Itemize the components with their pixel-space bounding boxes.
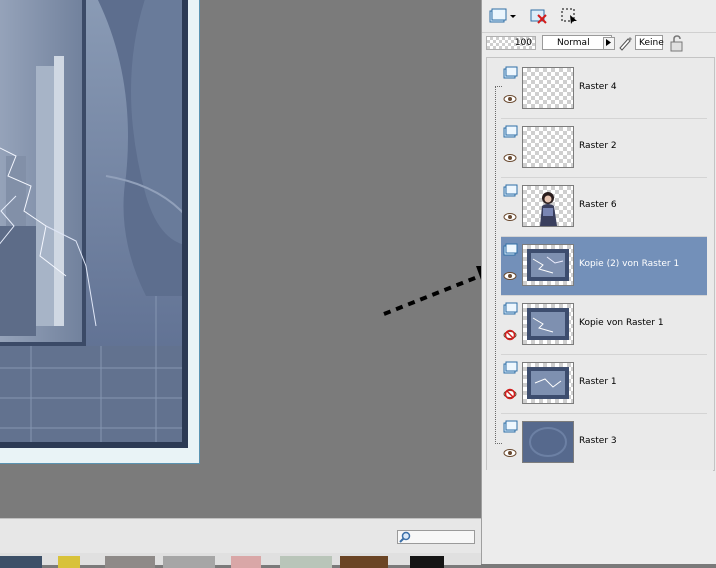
eye-icon[interactable]	[503, 447, 517, 459]
layer-type-icon	[503, 184, 518, 197]
mask-mode-field[interactable]: Keine	[635, 35, 664, 50]
thumbnail[interactable]	[105, 556, 155, 568]
thumbnail[interactable]	[340, 556, 388, 568]
eye-hidden-icon[interactable]	[503, 388, 517, 400]
storm-thumbnail-art	[527, 249, 569, 281]
layer-row-kopie-von-raster-1[interactable]: Kopie von Raster 1	[501, 296, 707, 355]
thumbnail-strip[interactable]	[0, 553, 481, 568]
search-icon	[399, 531, 411, 543]
thumbnail[interactable]	[0, 556, 42, 568]
storm-thumbnail-art	[527, 367, 569, 399]
thumbnail[interactable]	[163, 556, 215, 568]
eye-icon[interactable]	[503, 93, 517, 105]
bottom-organizer-bar	[0, 518, 481, 568]
palette-empty-area	[486, 470, 713, 564]
layer-thumbnail	[522, 185, 574, 227]
layer-thumbnail	[522, 303, 574, 345]
thumbnail[interactable]	[280, 556, 332, 568]
layer-name: Raster 2	[579, 141, 617, 151]
thumbnail[interactable]	[231, 556, 261, 568]
layer-thumbnail	[522, 244, 574, 286]
layer-name: Kopie (2) von Raster 1	[579, 259, 680, 269]
image-canvas[interactable]	[0, 0, 194, 458]
layer-type-icon	[503, 125, 518, 138]
figure-thumbnail-art	[540, 192, 557, 226]
thumbnail[interactable]	[410, 556, 444, 568]
opacity-field[interactable]: 100	[486, 36, 536, 50]
blend-mode-select[interactable]: Normal	[542, 35, 612, 50]
image-canvas-frame[interactable]	[0, 0, 200, 464]
eye-icon[interactable]	[503, 270, 517, 282]
layer-thumbnail	[522, 421, 574, 463]
layer-type-icon	[503, 420, 518, 433]
layers-palette: 100 Normal Keine Raster 4 Raster 2 Raste…	[481, 0, 716, 564]
layer-type-icon	[503, 243, 518, 256]
layer-name: Kopie von Raster 1	[579, 318, 664, 328]
blue-texture-thumbnail-art	[523, 422, 573, 462]
layer-thumbnail	[522, 67, 574, 109]
layer-row-raster-1[interactable]: Raster 1	[501, 355, 707, 414]
brush-icon[interactable]	[617, 35, 633, 51]
eye-hidden-icon[interactable]	[503, 329, 517, 341]
layer-row-raster-6[interactable]: Raster 6	[501, 178, 707, 237]
search-field[interactable]	[397, 530, 475, 544]
selection-button[interactable]	[558, 6, 580, 26]
eye-icon[interactable]	[503, 211, 517, 223]
layer-row-raster-4[interactable]: Raster 4	[501, 60, 707, 119]
chevron-right-icon	[606, 39, 611, 46]
layer-name: Raster 4	[579, 82, 617, 92]
canvas-workspace[interactable]	[0, 0, 502, 518]
delete-layer-button[interactable]	[528, 6, 550, 26]
layer-type-icon	[503, 66, 518, 79]
lock-icon[interactable]	[668, 34, 686, 52]
layer-type-icon	[503, 302, 518, 315]
thumbnail[interactable]	[58, 556, 80, 568]
selection-icon	[561, 8, 577, 24]
palette-toolbar	[482, 0, 716, 33]
layer-row-raster-2[interactable]: Raster 2	[501, 119, 707, 178]
delete-layer-icon	[530, 9, 547, 24]
layer-row-raster-3[interactable]: Raster 3	[501, 414, 707, 472]
layer-thumbnail	[522, 362, 574, 404]
layer-row-kopie-2-von-raster-1[interactable]: Kopie (2) von Raster 1	[501, 237, 707, 296]
layer-name: Raster 6	[579, 200, 617, 210]
storm-city-artwork	[0, 0, 194, 458]
layers-list[interactable]: Raster 4 Raster 2 Raster 6 Kopie (2) von…	[486, 57, 715, 471]
new-layer-icon	[489, 8, 516, 23]
eye-icon[interactable]	[503, 152, 517, 164]
layer-name: Raster 3	[579, 436, 617, 446]
layer-type-icon	[503, 361, 518, 374]
new-layer-button[interactable]	[488, 6, 518, 26]
layer-properties-row: 100 Normal Keine	[482, 32, 716, 56]
blend-mode-arrow-button[interactable]	[603, 37, 615, 50]
layer-name: Raster 1	[579, 377, 617, 387]
storm-thumbnail-art	[527, 308, 569, 340]
layer-thumbnail	[522, 126, 574, 168]
